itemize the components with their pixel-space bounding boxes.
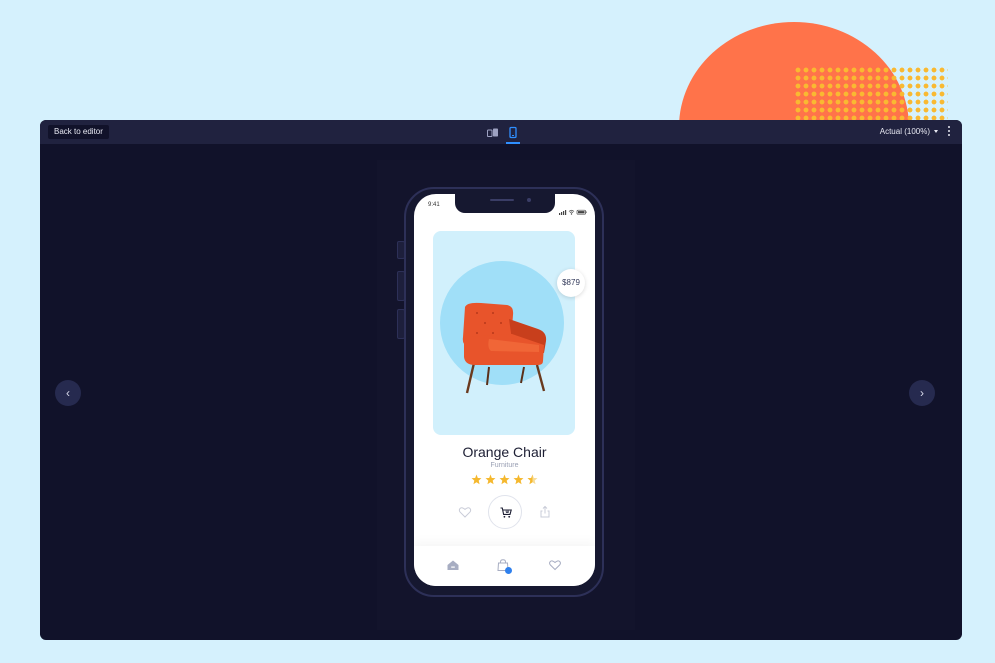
orange-chair-image: [462, 302, 547, 394]
phone-notch: [455, 194, 555, 213]
device-toggle: [484, 124, 522, 144]
share-icon[interactable]: [538, 505, 552, 519]
preview-window: Back to editor Actual (100%) ‹ › 9:41 $8…: [40, 120, 962, 640]
back-to-editor-button[interactable]: Back to editor: [48, 125, 109, 139]
price-badge: $879: [557, 269, 585, 297]
star-icon: [471, 474, 482, 485]
active-tab-indicator: [505, 567, 512, 574]
heart-icon[interactable]: [548, 558, 562, 572]
star-half-icon: [527, 474, 538, 485]
phone-screen: 9:41 $879 Orange Chair Furniture: [414, 194, 595, 586]
star-icon: [513, 474, 524, 485]
status-time: 9:41: [428, 202, 440, 208]
product-title: Orange Chair: [462, 444, 547, 460]
add-to-cart-button[interactable]: [488, 495, 522, 529]
star-icon: [485, 474, 496, 485]
chevron-down-icon: [934, 130, 938, 134]
home-icon[interactable]: [446, 558, 460, 572]
favorite-heart-icon[interactable]: [458, 505, 472, 519]
zoom-label: Actual (100%): [879, 127, 930, 136]
more-options-icon[interactable]: [947, 126, 951, 138]
rating-stars: [471, 474, 541, 486]
phone-icon[interactable]: [506, 126, 520, 144]
decorative-dot-pattern: [794, 66, 948, 122]
star-icon: [499, 474, 510, 485]
status-icons: [559, 202, 587, 215]
previous-screen-button[interactable]: ‹: [55, 380, 81, 406]
next-screen-button[interactable]: ›: [909, 380, 935, 406]
tablet-icon[interactable]: [486, 126, 500, 140]
zoom-select[interactable]: Actual (100%): [880, 127, 938, 137]
preview-toolbar: Back to editor Actual (100%): [40, 120, 962, 144]
cart-icon: [500, 507, 512, 518]
bottom-tab-bar: [414, 546, 595, 586]
product-category: Furniture: [490, 462, 519, 469]
product-card[interactable]: [433, 231, 575, 435]
